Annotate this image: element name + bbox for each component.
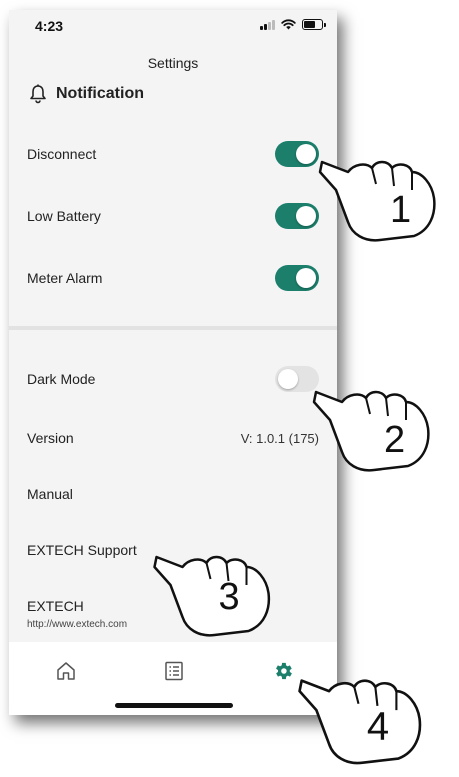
setting-label: Meter Alarm bbox=[27, 270, 103, 286]
section-divider bbox=[9, 326, 337, 330]
setting-label: Low Battery bbox=[27, 208, 101, 224]
home-indicator bbox=[115, 703, 233, 708]
setting-row-disconnect: Disconnect bbox=[27, 138, 319, 170]
setting-row-meter-alarm: Meter Alarm bbox=[27, 262, 319, 294]
callout-number: 3 bbox=[219, 576, 240, 618]
extech-support-link[interactable]: EXTECH Support bbox=[27, 542, 137, 558]
version-value: V: 1.0.1 (175) bbox=[240, 430, 319, 446]
battery-icon bbox=[302, 19, 326, 30]
setting-label: Version bbox=[27, 430, 74, 446]
status-icons bbox=[260, 19, 326, 30]
low-battery-toggle[interactable] bbox=[275, 203, 319, 229]
disconnect-toggle[interactable] bbox=[275, 141, 319, 167]
list-icon bbox=[165, 661, 183, 681]
home-icon bbox=[57, 662, 75, 680]
wifi-icon bbox=[281, 19, 296, 30]
setting-label: Dark Mode bbox=[27, 371, 96, 387]
manual-link[interactable]: Manual bbox=[27, 486, 73, 502]
setting-label: Disconnect bbox=[27, 146, 97, 162]
tab-home[interactable] bbox=[51, 656, 81, 686]
page-title: Settings bbox=[147, 55, 199, 71]
toggle-knob bbox=[296, 144, 316, 164]
meter-alarm-toggle[interactable] bbox=[275, 265, 319, 291]
extech-url[interactable]: http://www.extech.com bbox=[27, 619, 127, 630]
status-time: 4:23 bbox=[35, 18, 64, 34]
tab-list[interactable] bbox=[159, 656, 189, 686]
toggle-knob bbox=[296, 206, 316, 226]
callout-number: 1 bbox=[390, 189, 411, 231]
pointing-hand-icon-4: 4 bbox=[298, 679, 422, 765]
bell-icon bbox=[30, 84, 46, 104]
toggle-knob bbox=[278, 369, 298, 389]
pointing-hand-icon-1: 1 bbox=[318, 160, 436, 242]
extech-link[interactable]: EXTECH bbox=[27, 598, 84, 614]
callout-number: 2 bbox=[384, 419, 405, 461]
setting-row-version: Version V: 1.0.1 (175) bbox=[27, 422, 319, 454]
signal-icon bbox=[260, 19, 275, 30]
setting-row-low-battery: Low Battery bbox=[27, 200, 319, 232]
gear-icon bbox=[276, 662, 292, 680]
section-title: Notification bbox=[56, 85, 144, 102]
setting-row-manual[interactable]: Manual bbox=[27, 478, 319, 510]
notification-section-header: Notification bbox=[29, 84, 144, 104]
toggle-knob bbox=[296, 268, 316, 288]
callout-number: 4 bbox=[367, 705, 389, 749]
pointing-hand-icon-3: 3 bbox=[153, 555, 271, 637]
status-bar: 4:23 bbox=[9, 10, 337, 42]
tab-settings[interactable] bbox=[268, 656, 298, 686]
pointing-hand-icon-2: 2 bbox=[312, 390, 430, 472]
setting-row-dark-mode: Dark Mode bbox=[27, 363, 319, 395]
